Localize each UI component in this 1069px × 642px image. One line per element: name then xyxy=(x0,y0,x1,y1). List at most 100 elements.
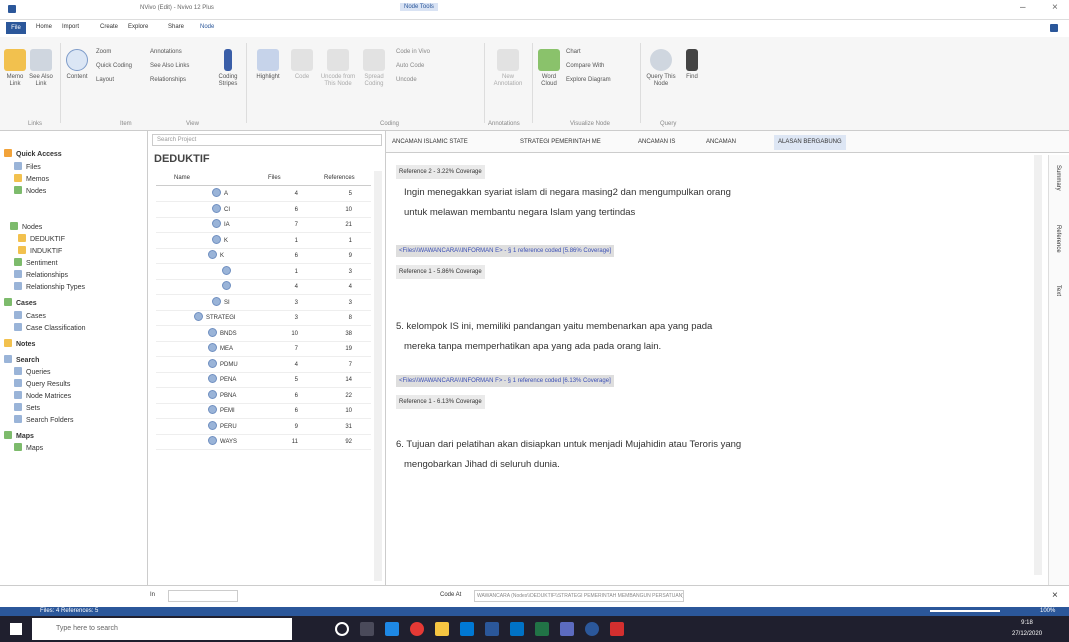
nav-item[interactable]: Search xyxy=(4,355,39,367)
list-scrollbar[interactable] xyxy=(374,171,382,581)
file-link-1[interactable]: <Files\\WAWANCARA\\INFORMAN E> - § 1 ref… xyxy=(396,245,615,257)
word-icon[interactable] xyxy=(485,622,499,636)
table-row[interactable]: PERU 9 31 xyxy=(156,420,371,435)
content-button[interactable]: Content xyxy=(64,49,90,81)
file-explorer-icon[interactable] xyxy=(435,622,449,636)
table-row[interactable]: PEMI 6 10 xyxy=(156,404,371,419)
nav-item[interactable]: Quick Access xyxy=(4,149,62,161)
tab-home[interactable]: Home xyxy=(36,24,52,30)
document-scrollbar[interactable] xyxy=(1034,155,1042,575)
auto-code-group[interactable]: Code in Vivo Auto Code Uncode xyxy=(396,45,452,87)
in-dropdown[interactable] xyxy=(168,590,238,602)
table-row[interactable]: BNDS 10 38 xyxy=(156,327,371,342)
table-row[interactable]: WAYS 11 92 xyxy=(156,435,371,450)
help-icon[interactable] xyxy=(1050,24,1058,32)
explore-diagram-label[interactable]: Explore Diagram xyxy=(566,73,636,87)
col-name[interactable]: Name xyxy=(174,171,190,186)
find-button[interactable]: Find xyxy=(680,49,704,81)
doc-tab-5[interactable]: ALASAN BERGABUNG xyxy=(774,135,846,150)
table-row[interactable]: A 4 5 xyxy=(156,187,371,202)
nav-item[interactable]: Query Results xyxy=(14,379,70,391)
close-coding-bar-icon[interactable]: × xyxy=(1052,590,1058,601)
nav-item[interactable]: Maps xyxy=(4,431,34,443)
nvivo-icon[interactable] xyxy=(585,622,599,636)
pdf-icon[interactable] xyxy=(610,622,624,636)
nav-item[interactable]: Relationships xyxy=(14,270,68,282)
chrome-icon[interactable] xyxy=(410,622,424,636)
taskbar-search-input[interactable]: Type here to search xyxy=(32,618,292,640)
excel-icon[interactable] xyxy=(535,622,549,636)
table-row[interactable]: MEA 7 19 xyxy=(156,342,371,357)
memo-link-button[interactable]: Memo Link xyxy=(4,49,26,88)
mail-icon[interactable] xyxy=(510,622,524,636)
uncode-button[interactable]: Uncode from This Node xyxy=(318,49,358,88)
nav-item[interactable]: Case Classification xyxy=(14,323,86,335)
doc-tab-2[interactable]: STRATEGI PEMERINTAH ME xyxy=(520,135,601,150)
task-view-icon[interactable] xyxy=(360,622,374,636)
annotations-toggles[interactable]: Annotations See Also Links Relationships xyxy=(150,45,210,87)
table-row[interactable]: IA 7 21 xyxy=(156,218,371,233)
cortana-icon[interactable] xyxy=(335,622,349,636)
relationships-checkbox[interactable]: Relationships xyxy=(150,73,210,87)
tab-import[interactable]: Import xyxy=(62,24,79,30)
nav-item[interactable]: Memos xyxy=(14,174,49,186)
code-in-vivo-label[interactable]: Code in Vivo xyxy=(396,45,452,59)
chart-label[interactable]: Chart xyxy=(566,45,636,59)
nav-item[interactable]: INDUKTIF xyxy=(18,246,62,258)
nav-item[interactable]: Nodes xyxy=(10,222,42,234)
doc-tab-1[interactable]: ANCAMAN ISLAMIC STATE xyxy=(392,135,468,150)
search-project-input[interactable]: Search Project xyxy=(152,134,382,146)
table-row[interactable]: SI 3 3 xyxy=(156,296,371,311)
visualize-group[interactable]: Chart Compare With Explore Diagram xyxy=(566,45,636,87)
see-also-links-checkbox[interactable]: See Also Links xyxy=(150,59,210,73)
nav-item[interactable]: Sets xyxy=(14,403,40,415)
nav-item[interactable]: Files xyxy=(14,162,41,174)
uncode-label[interactable]: Uncode xyxy=(396,73,452,87)
nav-item[interactable]: DEDUKTIF xyxy=(18,234,65,246)
coding-stripes-button[interactable]: Coding Stripes xyxy=(214,49,242,88)
file-link-2[interactable]: <Files\\WAWANCARA\\INFORMAN F> - § 1 ref… xyxy=(396,375,614,387)
nav-item[interactable]: Sentiment xyxy=(14,258,58,270)
new-annotation-button[interactable]: New Annotation xyxy=(488,49,528,88)
auto-code-label[interactable]: Auto Code xyxy=(396,59,452,73)
see-also-link-button[interactable]: See Also Link xyxy=(28,49,54,88)
table-row[interactable]: PDMU 4 7 xyxy=(156,358,371,373)
col-references[interactable]: References xyxy=(324,171,355,186)
nav-item[interactable]: Queries xyxy=(14,367,51,379)
table-row[interactable]: 44 xyxy=(156,280,371,295)
tab-explore[interactable]: Explore xyxy=(128,24,148,30)
zoom-slider[interactable] xyxy=(930,610,1000,612)
table-row[interactable]: STRATEGI 3 8 xyxy=(156,311,371,326)
table-row[interactable]: PBNA 6 22 xyxy=(156,389,371,404)
nav-item[interactable]: Node Matrices xyxy=(14,391,71,403)
table-row[interactable]: CI 6 10 xyxy=(156,203,371,218)
store-icon[interactable] xyxy=(460,622,474,636)
side-tab-reference[interactable]: Reference xyxy=(1055,225,1061,253)
annotations-checkbox[interactable]: Annotations xyxy=(150,45,210,59)
nav-item[interactable]: Nodes xyxy=(14,186,46,198)
music-icon[interactable] xyxy=(560,622,574,636)
zoom-button[interactable]: Zoom Quick Coding Layout xyxy=(96,45,146,87)
minimize-icon[interactable]: – xyxy=(1020,2,1026,13)
code-at-input[interactable]: WAWANCARA (Nodes\\DEDUKTIF\\STRATEGI PEM… xyxy=(474,590,684,602)
nav-item[interactable]: Notes xyxy=(4,339,35,351)
table-row[interactable]: PENA 5 14 xyxy=(156,373,371,388)
table-row[interactable]: K 1 1 xyxy=(156,234,371,249)
doc-tab-3[interactable]: ANCAMAN IS xyxy=(638,135,675,150)
tab-share[interactable]: Share xyxy=(168,24,184,30)
col-files[interactable]: Files xyxy=(268,171,281,186)
layout-label[interactable]: Layout xyxy=(96,73,146,87)
query-this-node-button[interactable]: Query This Node xyxy=(646,49,676,88)
doc-tab-4[interactable]: ANCAMAN xyxy=(706,135,736,150)
word-cloud-button[interactable]: Word Cloud xyxy=(536,49,562,88)
nav-item[interactable]: Search Folders xyxy=(14,415,73,427)
windows-start-icon[interactable] xyxy=(10,623,22,635)
nav-item[interactable]: Relationship Types xyxy=(14,282,85,294)
compare-with-label[interactable]: Compare With xyxy=(566,59,636,73)
side-tab-summary[interactable]: Summary xyxy=(1055,165,1061,191)
tab-file[interactable]: File xyxy=(6,22,26,34)
tab-node[interactable]: Node xyxy=(200,24,214,30)
nav-item[interactable]: Cases xyxy=(4,298,37,310)
edge-icon[interactable] xyxy=(385,622,399,636)
table-row[interactable]: K 6 9 xyxy=(156,249,371,264)
